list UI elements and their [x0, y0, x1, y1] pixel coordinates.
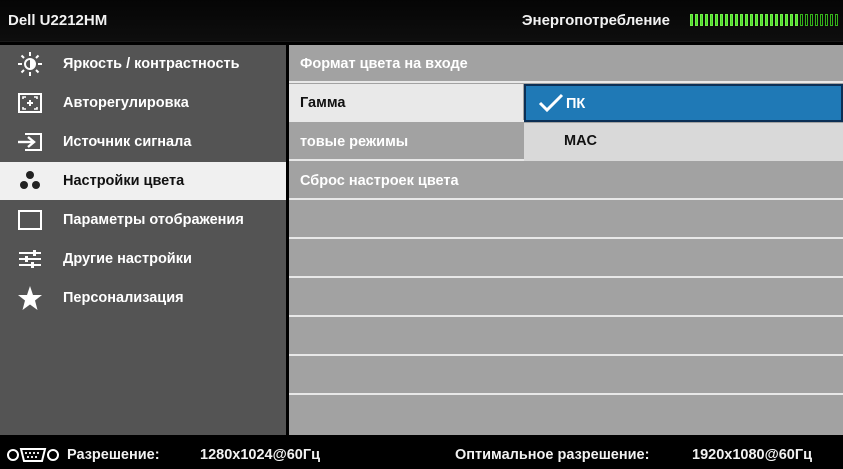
energy-meter-segment [805, 14, 808, 26]
empty-row [289, 240, 843, 278]
empty-row [289, 279, 843, 317]
energy-meter-segment [720, 14, 723, 26]
energy-meter-segment [710, 14, 713, 26]
gamma-option-mac[interactable]: MAC [524, 123, 843, 161]
energy-meter-segment [750, 14, 753, 26]
energy-meter-segment [830, 14, 833, 26]
auto-adjust-icon [17, 90, 43, 116]
energy-meter-segment [770, 14, 773, 26]
star-icon [17, 285, 43, 311]
osd-header: Dell U2212HM Энергопотребление [0, 0, 843, 42]
energy-meter-segment [835, 14, 838, 26]
energy-meter-segment [735, 14, 738, 26]
energy-meter-segment [785, 14, 788, 26]
row-label: Сброс настроек цвета [300, 173, 459, 189]
menu-item-display-settings[interactable]: Параметры отображения [0, 201, 286, 239]
menu-item-input-source[interactable]: Источник сигнала [0, 123, 286, 161]
menu-item-label: Авторегулировка [63, 95, 189, 111]
menu-item-color-settings[interactable]: Настройки цвета [0, 162, 286, 200]
energy-meter-segment [780, 14, 783, 26]
monitor-osd-menu: Dell U2212HM Энергопотребление Яркость /… [0, 0, 843, 469]
checkmark-icon [538, 93, 564, 118]
energy-meter-segment [695, 14, 698, 26]
row-label: Гамма [300, 95, 346, 111]
energy-meter-segment [815, 14, 818, 26]
other-settings-icon [17, 246, 43, 272]
energy-meter-segment [705, 14, 708, 26]
energy-usage-label: Энергопотребление [521, 12, 670, 29]
energy-meter-segment [765, 14, 768, 26]
gamma-option-pc[interactable]: ПК [524, 84, 843, 122]
menu-item-label: Яркость / контрастность [63, 56, 240, 72]
empty-row [289, 201, 843, 239]
energy-meter-segment [800, 14, 803, 26]
energy-meter-segment [795, 14, 798, 26]
menu-item-label: Настройки цвета [63, 173, 185, 189]
row-label: товые режимы [300, 134, 409, 150]
energy-meter-segment [690, 14, 693, 26]
energy-meter-segment [745, 14, 748, 26]
monitor-model-title: Dell U2212HM [8, 12, 108, 29]
row-label: Формат цвета на входе [300, 56, 468, 72]
row-input-color-format[interactable]: Формат цвета на входе [289, 45, 843, 83]
energy-meter-segment [725, 14, 728, 26]
menu-item-label: Персонализация [63, 290, 184, 306]
gamma-option-label: ПК [566, 96, 586, 112]
energy-meter-segment [825, 14, 828, 26]
optimal-resolution-label: Оптимальное разрешение: [455, 447, 650, 463]
energy-meter-segment [755, 14, 758, 26]
main-menu-sidebar: Яркость / контрастность Авторегулировка [0, 45, 286, 435]
energy-meter-segment [715, 14, 718, 26]
menu-item-label: Другие настройки [63, 251, 192, 267]
menu-item-personalize[interactable]: Персонализация [0, 279, 286, 317]
energy-meter-segment [730, 14, 733, 26]
empty-row [289, 357, 843, 395]
energy-meter-segment [810, 14, 813, 26]
color-settings-panel: Формат цвета на входе Гамма товые режимы… [289, 45, 843, 435]
osd-footer: Разрешение: 1280x1024@60Гц Оптимальное р… [0, 440, 843, 469]
energy-meter-segment [820, 14, 823, 26]
resolution-label: Разрешение: [67, 447, 160, 463]
optimal-resolution-value: 1920x1080@60Гц [692, 447, 812, 463]
brightness-icon [17, 51, 43, 77]
energy-meter-segment [760, 14, 763, 26]
menu-item-brightness-contrast[interactable]: Яркость / контрастность [0, 45, 286, 83]
resolution-value: 1280x1024@60Гц [200, 447, 320, 463]
energy-meter-segment [775, 14, 778, 26]
menu-item-other-settings[interactable]: Другие настройки [0, 240, 286, 278]
energy-meter-segment [740, 14, 743, 26]
row-reset-color-settings[interactable]: Сброс настроек цвета [289, 162, 843, 200]
display-settings-icon [17, 207, 43, 233]
gamma-option-label: MAC [564, 133, 598, 149]
menu-item-auto-adjust[interactable]: Авторегулировка [0, 84, 286, 122]
input-source-icon [17, 129, 43, 155]
empty-row [289, 318, 843, 356]
menu-item-label: Источник сигнала [63, 134, 192, 150]
energy-usage-meter [690, 14, 840, 28]
energy-meter-segment [700, 14, 703, 26]
menu-item-label: Параметры отображения [63, 212, 244, 228]
color-settings-icon [17, 168, 43, 194]
energy-meter-segment [790, 14, 793, 26]
vga-port-icon [6, 447, 60, 468]
